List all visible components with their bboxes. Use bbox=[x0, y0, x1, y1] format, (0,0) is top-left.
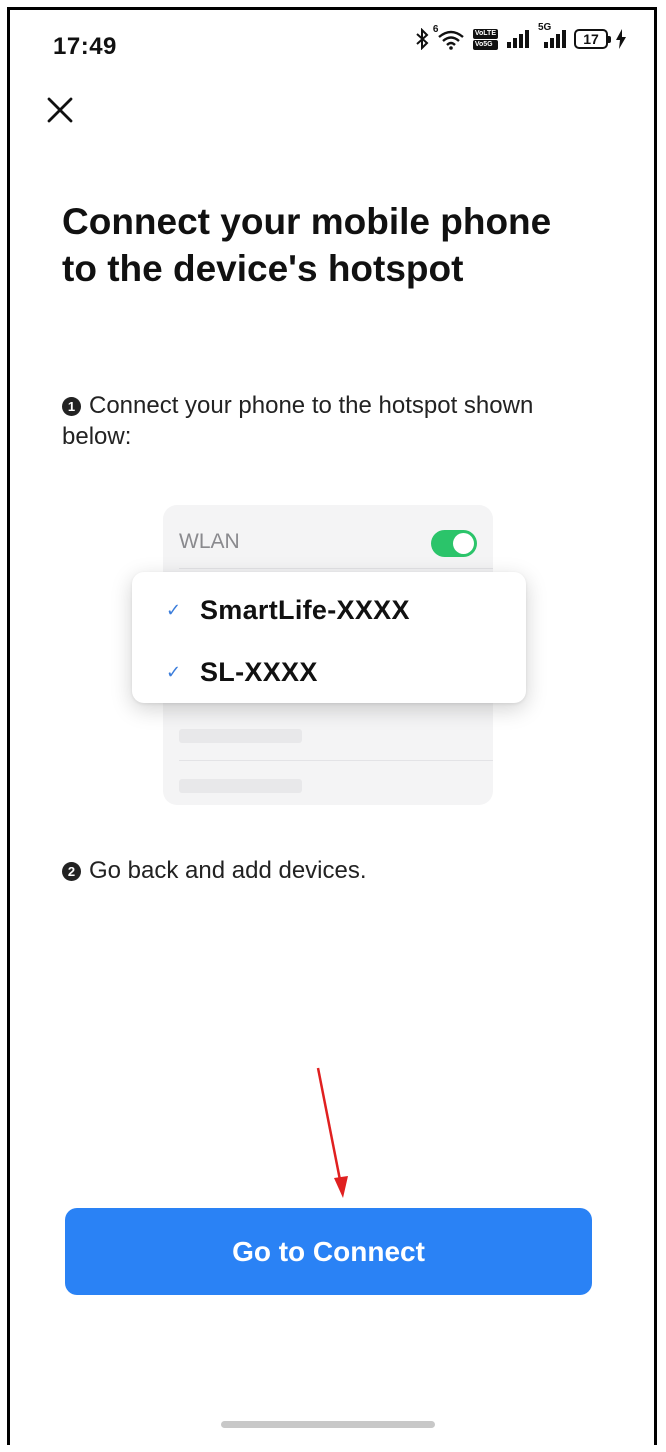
wlan-toggle bbox=[431, 530, 477, 557]
step-1: 1 Connect your phone to the hotspot shown… bbox=[62, 390, 582, 452]
home-indicator[interactable] bbox=[221, 1421, 435, 1428]
network-name: SL-XXXX bbox=[200, 657, 318, 687]
check-icon: ✓ bbox=[166, 600, 182, 620]
wlan-label: WLAN bbox=[179, 530, 240, 553]
close-icon bbox=[47, 97, 73, 123]
step-2-text: Go back and add devices. bbox=[89, 857, 367, 884]
volte-indicator: VoLTE Vo5G bbox=[472, 28, 498, 50]
charging-icon bbox=[616, 29, 626, 49]
step-2-marker: 2 bbox=[62, 862, 81, 881]
status-bar: 17:49 6 VoLTE Vo5G 5G 17 bbox=[0, 0, 666, 80]
card-divider bbox=[179, 760, 493, 761]
bluetooth-icon bbox=[415, 28, 429, 50]
battery-icon: 17 bbox=[574, 29, 611, 49]
step-1-text: Connect your phone to the hotspot shown … bbox=[62, 392, 534, 450]
battery-level: 17 bbox=[583, 31, 599, 47]
step-1-marker: 1 bbox=[62, 397, 81, 416]
close-button[interactable] bbox=[40, 90, 80, 130]
network-type: 5G bbox=[538, 22, 552, 33]
placeholder-line bbox=[179, 729, 302, 743]
network-list-popup: ✓ SmartLife-XXXX ✓ SL-XXXX bbox=[132, 572, 526, 703]
status-icons: 6 VoLTE Vo5G 5G 17 bbox=[415, 22, 626, 50]
network-name: SmartLife-XXXX bbox=[200, 595, 410, 625]
step-2: 2 Go back and add devices. bbox=[62, 855, 582, 886]
card-divider bbox=[179, 568, 493, 569]
signal-5g-icon: 5G bbox=[538, 22, 566, 48]
wifi-icon: 6 bbox=[433, 24, 465, 50]
check-icon: ✓ bbox=[166, 662, 182, 682]
go-to-connect-button[interactable]: Go to Connect bbox=[65, 1208, 592, 1295]
page-title: Connect your mobile phone to the device'… bbox=[62, 201, 552, 289]
wifi-badge: 6 bbox=[432, 24, 439, 35]
status-time: 17:49 bbox=[53, 33, 117, 60]
network-item: ✓ SmartLife-XXXX bbox=[166, 595, 410, 626]
sim1-label: VoLTE bbox=[472, 28, 498, 39]
sim2-label: Vo5G bbox=[472, 39, 498, 50]
signal-sim1-icon bbox=[506, 30, 530, 48]
network-item: ✓ SL-XXXX bbox=[166, 657, 318, 688]
placeholder-line bbox=[179, 779, 302, 793]
